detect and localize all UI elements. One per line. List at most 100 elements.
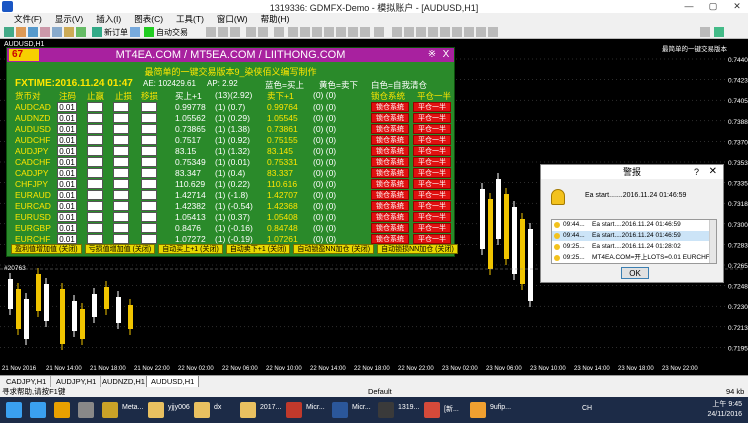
row-sell-price[interactable]: 0.75331	[267, 157, 298, 167]
row-sl-input[interactable]	[87, 179, 103, 189]
trendline-icon[interactable]	[312, 27, 322, 37]
menu-window[interactable]: 窗口(W)	[217, 13, 248, 25]
row-lock-button[interactable]: 锁仓系统	[371, 146, 409, 156]
row-move-input[interactable]	[141, 223, 157, 233]
new-order-icon[interactable]	[92, 27, 102, 37]
taskbar-clock[interactable]: 上午 9:45 24/11/2016	[707, 400, 742, 420]
row-sell-price[interactable]: 1.07261	[267, 234, 298, 244]
auto-sell-button[interactable]: 自动卖下+1 (关闭)	[225, 244, 291, 254]
taskbar-item[interactable]: Meta...	[100, 400, 144, 420]
row-buy-price[interactable]: 110.629	[175, 179, 205, 189]
profiles-icon[interactable]	[16, 27, 26, 37]
row-move-input[interactable]	[141, 157, 157, 167]
row-lock-button[interactable]: 锁仓系统	[371, 168, 409, 178]
minimize-button[interactable]: —	[678, 0, 700, 13]
row-tp-input[interactable]	[113, 146, 129, 156]
row-lock-button[interactable]: 锁仓系统	[371, 223, 409, 233]
taskbar-item[interactable]	[28, 400, 48, 420]
alert-list-scrollbar[interactable]	[709, 220, 716, 263]
row-tp-input[interactable]	[113, 223, 129, 233]
row-lock-button[interactable]: 锁仓系统	[371, 124, 409, 134]
row-close-half-button[interactable]: 平仓一半	[413, 157, 451, 167]
row-tp-input[interactable]	[113, 157, 129, 167]
row-tp-input[interactable]	[113, 179, 129, 189]
strategy-tester-icon[interactable]	[76, 27, 86, 37]
row-sl-input[interactable]	[87, 212, 103, 222]
row-move-input[interactable]	[141, 146, 157, 156]
auto-buy-button[interactable]: 自动买上+1 (关闭)	[158, 244, 223, 254]
row-close-half-button[interactable]: 平仓一半	[413, 124, 451, 134]
row-move-input[interactable]	[141, 102, 157, 112]
row-close-half-button[interactable]: 平仓一半	[413, 113, 451, 123]
row-tp-input[interactable]	[113, 135, 129, 145]
row-close-half-button[interactable]: 平仓一半	[413, 168, 451, 178]
new-order-button[interactable]: 新订单	[104, 27, 128, 38]
row-tp-input[interactable]	[113, 212, 129, 222]
alert-list-item[interactable]: 09:44... Ea start....2016.11.24 01:46:59	[552, 231, 710, 241]
row-sl-input[interactable]	[87, 102, 103, 112]
menu-charts[interactable]: 图表(C)	[134, 13, 163, 25]
row-buy-price[interactable]: 1.42714	[175, 190, 206, 200]
zoom-in-icon[interactable]	[246, 27, 256, 37]
row-lots-input[interactable]: 0.01	[57, 113, 77, 123]
row-tp-input[interactable]	[113, 124, 129, 134]
row-lock-button[interactable]: 锁仓系统	[371, 179, 409, 189]
taskbar-item[interactable]: 9ufip...	[468, 400, 512, 420]
row-move-input[interactable]	[141, 168, 157, 178]
row-move-input[interactable]	[141, 234, 157, 244]
chat-icon[interactable]	[714, 27, 724, 37]
ea-panel-close-icon[interactable]: X	[440, 49, 452, 61]
ea-panel-minimize-icon[interactable]: ※	[426, 49, 438, 61]
row-move-input[interactable]	[141, 212, 157, 222]
row-lots-input[interactable]: 0.01	[57, 102, 77, 112]
channel-icon[interactable]	[324, 27, 334, 37]
row-lock-button[interactable]: 锁仓系统	[371, 157, 409, 167]
taskbar-item[interactable]	[52, 400, 72, 420]
taskbar-item[interactable]: 1319...	[376, 400, 420, 420]
row-close-half-button[interactable]: 平仓一半	[413, 212, 451, 222]
row-sl-input[interactable]	[87, 135, 103, 145]
h1-period-button[interactable]	[440, 27, 450, 37]
row-lock-button[interactable]: 锁仓系统	[371, 190, 409, 200]
row-lots-input[interactable]: 0.01	[57, 223, 77, 233]
new-chart-icon[interactable]	[4, 27, 14, 37]
row-lock-button[interactable]: 锁仓系统	[371, 234, 409, 244]
row-lots-input[interactable]: 0.01	[57, 234, 77, 244]
start-button[interactable]	[4, 400, 24, 420]
row-sl-input[interactable]	[87, 146, 103, 156]
row-sell-price[interactable]: 0.99764	[267, 102, 298, 112]
h4-period-button[interactable]	[452, 27, 462, 37]
candlestick-icon[interactable]	[218, 27, 228, 37]
arrows-icon[interactable]	[374, 27, 384, 37]
row-buy-price[interactable]: 0.7517	[175, 135, 201, 145]
row-sl-input[interactable]	[87, 234, 103, 244]
bar-chart-icon[interactable]	[206, 27, 216, 37]
m30-period-button[interactable]	[428, 27, 438, 37]
m15-period-button[interactable]	[416, 27, 426, 37]
m1-period-button[interactable]	[392, 27, 402, 37]
alert-list-item[interactable]: 09:25... Ea start....2016.11.24 01:28:02	[552, 242, 710, 252]
row-buy-price[interactable]: 83.347	[175, 168, 201, 178]
row-buy-price[interactable]: 0.73865	[175, 124, 206, 134]
row-tp-input[interactable]	[113, 234, 129, 244]
horizontal-line-icon[interactable]	[300, 27, 310, 37]
taskbar-item[interactable]: yjjy006	[146, 400, 190, 420]
row-lots-input[interactable]: 0.01	[57, 168, 77, 178]
row-close-half-button[interactable]: 平仓一半	[413, 146, 451, 156]
row-close-half-button[interactable]: 平仓一半	[413, 201, 451, 211]
input-language[interactable]: CH	[582, 405, 592, 412]
row-sl-input[interactable]	[87, 190, 103, 200]
maximize-button[interactable]: ▢	[702, 0, 724, 13]
row-lots-input[interactable]: 0.01	[57, 201, 77, 211]
line-chart-icon[interactable]	[230, 27, 240, 37]
row-sl-input[interactable]	[87, 168, 103, 178]
row-sell-price[interactable]: 0.73861	[267, 124, 298, 134]
taskbar-item[interactable]: [新...	[422, 400, 466, 420]
row-sell-price[interactable]: 83.337	[267, 168, 293, 178]
row-lots-input[interactable]: 0.01	[57, 124, 77, 134]
row-tp-input[interactable]	[113, 168, 129, 178]
row-move-input[interactable]	[141, 113, 157, 123]
row-close-half-button[interactable]: 平仓一半	[413, 135, 451, 145]
alert-close-button[interactable]: ✕	[709, 165, 717, 179]
row-tp-input[interactable]	[113, 201, 129, 211]
